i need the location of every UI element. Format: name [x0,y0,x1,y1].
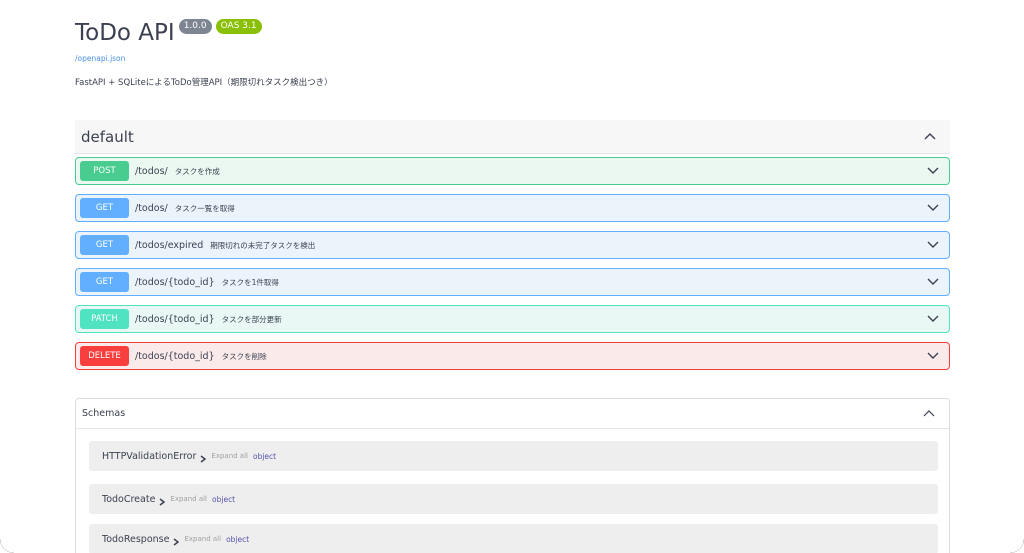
chevron-down-icon[interactable] [927,167,939,177]
operation-path: /todos/ [135,165,168,177]
method-badge-get: GET [80,198,129,218]
model-name[interactable]: TodoCreate [102,494,155,505]
operation-get-todos[interactable]: GET /todos/ タスク一覧を取得 [75,194,950,222]
title-row: ToDo API 1.0.0 OAS 3.1 [75,18,950,48]
operation-path: /todos/ [135,202,168,214]
model-name[interactable]: HTTPValidationError [102,451,196,462]
operation-path: /todos/{todo_id} [135,276,215,288]
expand-all-link[interactable]: Expand all [211,452,248,460]
tag-section-default: default [75,120,950,154]
tag-header-default[interactable]: default [75,120,950,154]
window-corner [0,537,16,553]
model-httpvalidationerror[interactable]: HTTPValidationError Expand all object [89,441,938,471]
chevron-up-icon[interactable] [923,409,935,419]
chevron-down-icon[interactable] [927,278,939,288]
operation-delete-todo[interactable]: DELETE /todos/{todo_id} タスクを削除 [75,342,950,370]
operation-summary: タスクを削除 [221,351,267,361]
swagger-ui-page: ToDo API 1.0.0 OAS 3.1 /openapi.json Fas… [0,0,1024,553]
chevron-down-icon[interactable] [927,241,939,251]
model-name[interactable]: TodoResponse [102,534,169,545]
api-info: ToDo API 1.0.0 OAS 3.1 /openapi.json Fas… [75,18,950,88]
chevron-down-icon[interactable] [927,352,939,362]
window-corner [1008,537,1024,553]
operation-summary: タスクを1件取得 [221,277,279,287]
method-badge-post: POST [80,161,129,181]
expand-all-link[interactable]: Expand all [170,495,207,503]
schemas-title: Schemas [82,408,126,419]
schemas-section: Schemas HTTPValidationError Expand all o… [75,398,950,553]
schemas-header[interactable]: Schemas [76,399,949,429]
model-type: object [212,494,236,504]
version-badge: 1.0.0 [178,19,212,34]
model-todoresponse[interactable]: TodoResponse Expand all object [89,524,938,553]
operation-summary: タスク一覧を取得 [174,203,235,213]
chevron-right-icon[interactable] [173,531,180,550]
operation-get-todo-by-id[interactable]: GET /todos/{todo_id} タスクを1件取得 [75,268,950,296]
api-description: FastAPI + SQLiteによるToDo管理API（期限切れタスク検出つき… [75,78,333,88]
openapi-json-link[interactable]: /openapi.json [75,54,950,63]
operation-post-todos[interactable]: POST /todos/ タスクを作成 [75,157,950,185]
method-badge-delete: DELETE [80,346,129,366]
operation-get-todos-expired[interactable]: GET /todos/expired 期限切れの未完了タスクを検出 [75,231,950,259]
model-type: object [226,534,250,544]
operation-patch-todo[interactable]: PATCH /todos/{todo_id} タスクを部分更新 [75,305,950,333]
tag-name: default [81,127,134,146]
operation-path: /todos/expired [135,239,204,251]
api-title: ToDo API [75,20,175,46]
chevron-down-icon[interactable] [927,315,939,325]
operation-summary: タスクを作成 [174,166,220,176]
operation-path: /todos/{todo_id} [135,350,215,362]
operation-summary: 期限切れの未完了タスクを検出 [210,240,316,250]
oas-badge: OAS 3.1 [215,19,262,34]
chevron-up-icon[interactable] [924,132,936,142]
method-badge-patch: PATCH [80,309,129,329]
chevron-right-icon[interactable] [200,448,207,467]
operation-path: /todos/{todo_id} [135,313,215,325]
chevron-right-icon[interactable] [159,491,166,510]
operation-summary: タスクを部分更新 [221,314,282,324]
chevron-down-icon[interactable] [927,204,939,214]
expand-all-link[interactable]: Expand all [184,535,221,543]
model-type: object [252,451,277,461]
method-badge-get: GET [80,235,129,255]
method-badge-get: GET [80,272,129,292]
model-todocreate[interactable]: TodoCreate Expand all object [89,484,938,514]
